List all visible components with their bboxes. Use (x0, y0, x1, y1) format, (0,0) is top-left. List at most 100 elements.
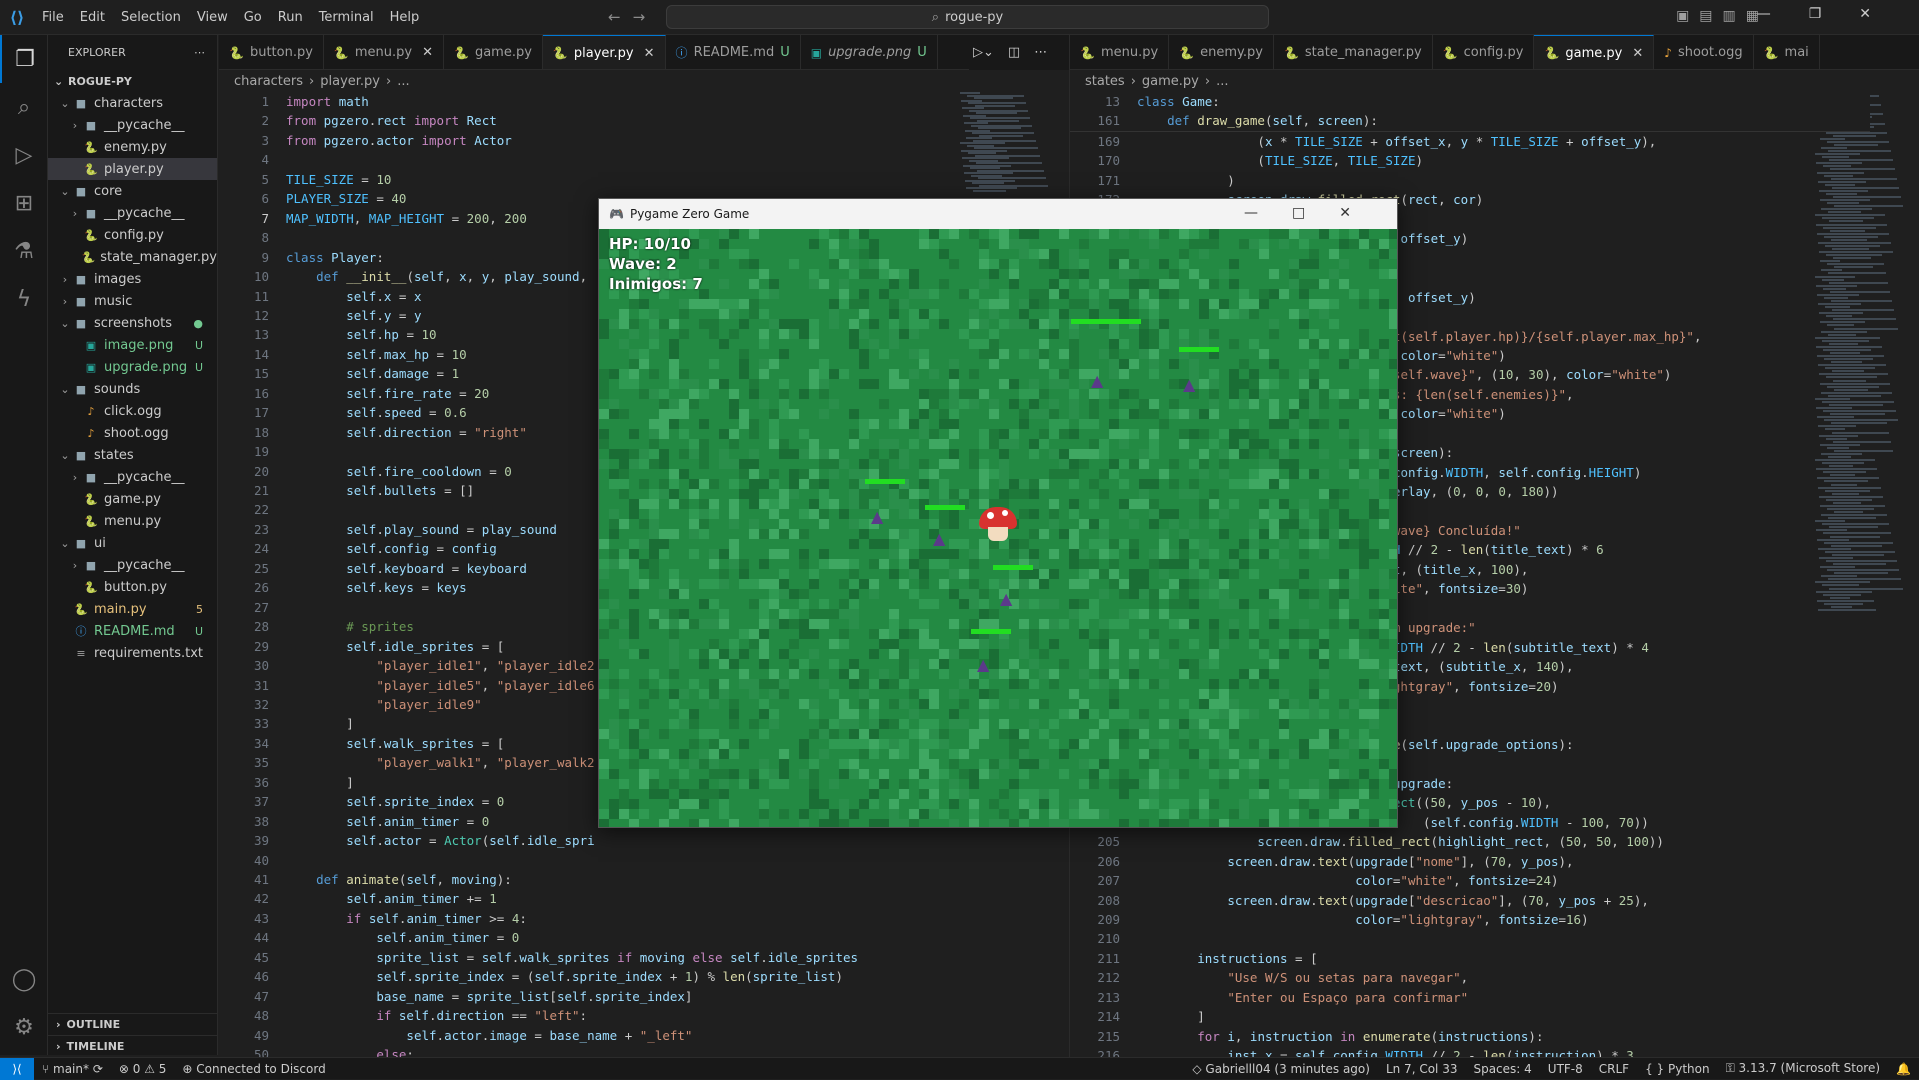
menu-item-file[interactable]: File (34, 10, 72, 25)
breadcrumb-item[interactable]: states (1085, 74, 1125, 89)
pygame-window-controls[interactable]: —□✕ (1244, 205, 1385, 221)
workspace-root[interactable]: ⌄ ROGUE-PY (48, 70, 217, 92)
breadcrumb-item[interactable]: characters (234, 74, 303, 89)
tree-item[interactable]: 🐍 button.py (48, 576, 217, 598)
breadcrumb-item[interactable]: player.py (320, 74, 380, 89)
notifications-bell-icon[interactable]: 🔔 (1888, 1062, 1919, 1076)
remote-icon[interactable]: ϟ (0, 275, 48, 323)
pygame-title-bar[interactable]: 🎮 Pygame Zero Game —□✕ (599, 199, 1397, 229)
tab-mai[interactable]: 🐍 mai (1754, 35, 1820, 69)
breadcrumb-item[interactable]: game.py (1142, 74, 1199, 89)
python-interpreter[interactable]: ⚿ 3.13.7 (Microsoft Store) (1718, 1061, 1888, 1076)
language-mode[interactable]: { } Python (1637, 1062, 1718, 1076)
menu-item-go[interactable]: Go (236, 10, 270, 25)
tree-item[interactable]: ▣ upgrade.png U (48, 356, 217, 378)
menu-item-run[interactable]: Run (270, 10, 311, 25)
line-number: 14 (253, 346, 269, 362)
tree-item[interactable]: › ■ __pycache__ (48, 466, 217, 488)
tab-shoot-ogg[interactable]: ♪ shoot.ogg (1654, 35, 1754, 69)
close-icon[interactable]: ✕ (1632, 46, 1643, 61)
more-icon[interactable]: ⋯ (1034, 45, 1047, 60)
run-icon[interactable]: ▷⌄ (973, 45, 994, 60)
tree-item[interactable]: 🐍 state_manager.py (48, 246, 217, 268)
game-canvas[interactable]: HP: 10/10 Wave: 2 Inimigos: 7 ▲ ▲ ▲ ▲ ▲ … (599, 229, 1399, 829)
problems-indicator[interactable]: ⊗ 0 ⚠ 5 (111, 1062, 175, 1076)
tree-item[interactable]: 🐍 menu.py (48, 510, 217, 532)
tab-game-py[interactable]: 🐍 game.py (444, 35, 543, 69)
git-branch[interactable]: ⑂ main* ⟳ (34, 1062, 111, 1076)
pygame-window[interactable]: 🎮 Pygame Zero Game —□✕ HP: 10/10 Wave: 2… (598, 198, 1399, 829)
left-minimap[interactable] (960, 92, 1060, 192)
breadcrumb-item[interactable]: ... (1216, 74, 1228, 89)
testing-icon[interactable]: ⚗ (0, 227, 48, 275)
tree-item[interactable]: 🐍 player.py (48, 158, 217, 180)
tab-state-manager-py[interactable]: 🐍 state_manager.py (1274, 35, 1433, 69)
tree-item[interactable]: › ■ __pycache__ (48, 114, 217, 136)
tree-item[interactable]: ≡ requirements.txt (48, 642, 217, 664)
indentation[interactable]: Spaces: 4 (1465, 1062, 1539, 1076)
tab-readme-md[interactable]: ⓘ README.md U (666, 35, 801, 69)
cursor-position[interactable]: Ln 7, Col 33 (1378, 1062, 1466, 1076)
menu-item-edit[interactable]: Edit (72, 10, 113, 25)
tab-upgrade-png[interactable]: ▣ upgrade.png U (801, 35, 938, 69)
timeline-section[interactable]: › TIMELINE (48, 1035, 218, 1057)
explorer-icon[interactable]: ❐ (0, 35, 48, 83)
tab-player-py[interactable]: 🐍 player.py ✕ (542, 35, 666, 69)
tree-item[interactable]: 🐍 config.py (48, 224, 217, 246)
tree-item[interactable]: ⌄ ■ states (48, 444, 217, 466)
split-editor-icon[interactable]: ◫ (1008, 45, 1020, 60)
command-center-search[interactable]: ⌕ rogue-py (666, 5, 1269, 29)
tree-item[interactable]: › ■ music (48, 290, 217, 312)
tab-config-py[interactable]: 🐍 config.py (1433, 35, 1535, 69)
tree-item[interactable]: ⌄ ■ core (48, 180, 217, 202)
git-blame[interactable]: ◇ Gabrielll04 (3 minutes ago) (1184, 1062, 1378, 1076)
tree-item[interactable]: 🐍 enemy.py (48, 136, 217, 158)
remote-indicator-icon[interactable]: ⟩⟨ (0, 1057, 34, 1080)
close-icon[interactable]: ✕ (644, 46, 655, 61)
encoding[interactable]: UTF-8 (1540, 1062, 1591, 1076)
tree-item[interactable]: ⓘ README.md U (48, 620, 217, 642)
menu-item-view[interactable]: View (189, 10, 236, 25)
nav-arrows[interactable]: ←→ (608, 8, 657, 26)
grass-tile (1339, 729, 1349, 739)
tree-item[interactable]: › ■ __pycache__ (48, 554, 217, 576)
gear-icon[interactable]: ⚙ (0, 1003, 48, 1051)
tab-game-py[interactable]: 🐍 game.py ✕ (1534, 35, 1655, 69)
tab-menu-py[interactable]: 🐍 menu.py ✕ (324, 35, 444, 69)
menu-item-terminal[interactable]: Terminal (311, 10, 382, 25)
tree-item[interactable]: 🐍 game.py (48, 488, 217, 510)
grass-tile (729, 539, 739, 549)
breadcrumb-item[interactable]: ... (397, 74, 409, 89)
line-ending[interactable]: CRLF (1591, 1062, 1637, 1076)
grass-tile (1199, 249, 1209, 259)
discord-status[interactable]: ⊕ Connected to Discord (174, 1062, 333, 1076)
extensions-icon[interactable]: ⊞ (0, 179, 48, 227)
outline-section[interactable]: › OUTLINE (48, 1013, 218, 1035)
more-actions-icon[interactable]: ⋯ (194, 46, 205, 59)
tree-item[interactable]: › ■ images (48, 268, 217, 290)
search-icon[interactable]: ⌕ (0, 83, 48, 131)
tab-button-py[interactable]: 🐍 button.py (219, 35, 324, 69)
layout-toggle-icons[interactable]: ▣▤▥▦ (1676, 8, 1769, 24)
tab-menu-py[interactable]: 🐍 menu.py (1070, 35, 1170, 69)
grass-tile (1269, 529, 1279, 539)
close-icon[interactable]: ✕ (422, 45, 433, 60)
tree-item[interactable]: ♪ click.ogg (48, 400, 217, 422)
tree-item[interactable]: ⌄ ■ screenshots ● (48, 312, 217, 334)
right-minimap[interactable] (1815, 92, 1915, 612)
run-debug-icon[interactable]: ▷ (0, 131, 48, 179)
tree-item[interactable]: › ■ __pycache__ (48, 202, 217, 224)
account-icon[interactable]: ◯ (0, 955, 48, 1003)
sticky-scroll-line[interactable]: 13 class Game: (1070, 92, 1870, 111)
window-controls[interactable]: —❐✕ (1757, 6, 1909, 22)
tab-enemy-py[interactable]: 🐍 enemy.py (1169, 35, 1274, 69)
tree-item[interactable]: ⌄ ■ sounds (48, 378, 217, 400)
tree-item[interactable]: ♪ shoot.ogg (48, 422, 217, 444)
tree-item[interactable]: 🐍 main.py 5 (48, 598, 217, 620)
sticky-scroll-line[interactable]: 161 def draw_game(self, screen): (1070, 111, 1870, 130)
tree-item[interactable]: ▣ image.png U (48, 334, 217, 356)
menu-item-help[interactable]: Help (382, 10, 428, 25)
menu-item-selection[interactable]: Selection (113, 10, 189, 25)
tree-item[interactable]: ⌄ ■ characters (48, 92, 217, 114)
tree-item[interactable]: ⌄ ■ ui (48, 532, 217, 554)
